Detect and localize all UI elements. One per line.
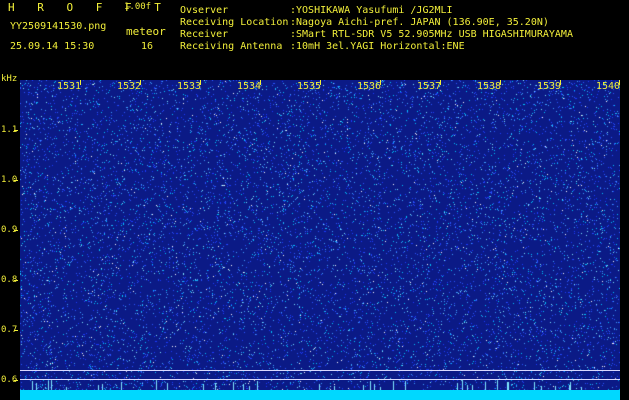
x-tick-label: 1533 xyxy=(177,81,202,92)
x-tick-mark xyxy=(80,80,81,85)
y-axis-unit: kHz xyxy=(1,74,18,84)
x-tick-label: 1539 xyxy=(537,81,562,92)
y-tick-mark xyxy=(14,180,18,181)
x-tick-label: 1535 xyxy=(297,81,322,92)
noise-field xyxy=(20,80,620,398)
meta-value-location: :Nagoya Aichi-pref. JAPAN (136.90E, 35.2… xyxy=(290,17,549,28)
x-tick-label: 1540 xyxy=(596,81,621,92)
x-tick-label: 1537 xyxy=(417,81,442,92)
x-tick-mark xyxy=(500,80,501,85)
y-tick-mark xyxy=(14,380,18,381)
meta-value-observer: :YOSHIKAWA Yasufumi /JG2MLI xyxy=(290,5,453,16)
x-tick-mark xyxy=(440,80,441,85)
meta-label-location: Receiving Location xyxy=(180,17,289,28)
x-tick-mark xyxy=(560,80,561,85)
meta-value-antenna: :10mH 3el.YAGI Horizontal:ENE xyxy=(290,41,465,52)
meta-value-receiver: :SMart RTL-SDR V5 52.905MHz USB HIGASHIM… xyxy=(290,29,573,40)
y-tick-mark xyxy=(14,130,18,131)
meteor-count: 16 xyxy=(141,41,154,52)
reference-line xyxy=(20,379,620,380)
reference-line xyxy=(20,370,620,371)
x-tick-mark xyxy=(260,80,261,85)
x-tick-mark xyxy=(380,80,381,85)
spectrogram-plot xyxy=(20,80,620,398)
x-tick-mark xyxy=(200,80,201,85)
y-tick-mark xyxy=(14,230,18,231)
x-tick-label: 1536 xyxy=(357,81,382,92)
filename-label: YY2509141530.png xyxy=(10,21,107,32)
x-tick-mark xyxy=(619,80,620,85)
x-tick-mark xyxy=(140,80,141,85)
meta-label-antenna: Receiving Antenna xyxy=(180,41,283,52)
x-tick-mark xyxy=(320,80,321,85)
x-tick-label: 1532 xyxy=(117,81,142,92)
version-label: 1.00f xyxy=(124,2,152,12)
meta-label-observer: Ovserver xyxy=(180,5,229,16)
mode-label: meteor xyxy=(126,25,166,38)
carrier-signal-band xyxy=(20,390,620,400)
x-tick-label: 1531 xyxy=(57,81,82,92)
datetime-label: 25.09.14 15:30 xyxy=(10,41,95,52)
x-tick-label: 1534 xyxy=(237,81,262,92)
meta-label-receiver: Receiver xyxy=(180,29,229,40)
y-tick-mark xyxy=(14,330,18,331)
x-tick-label: 1538 xyxy=(477,81,502,92)
y-tick-mark xyxy=(14,280,18,281)
